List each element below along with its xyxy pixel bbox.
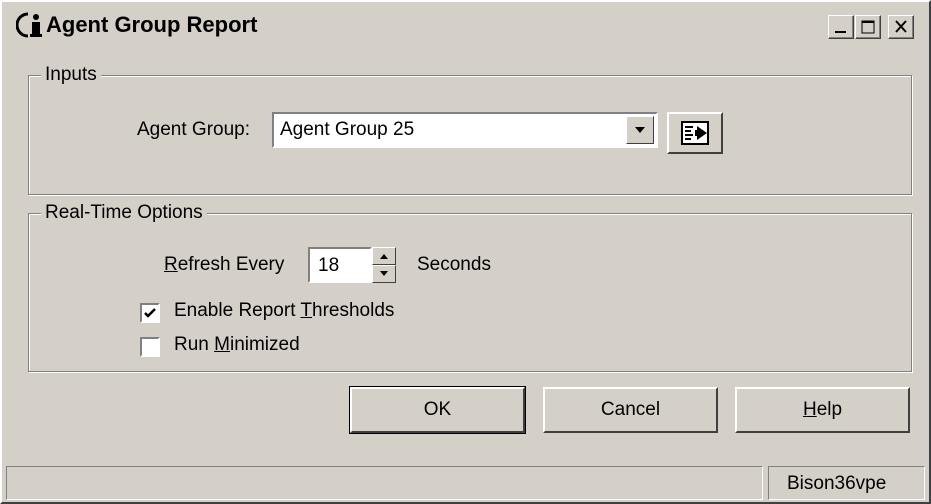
thresholds-label-pre: Enable Report [174,300,301,321]
arrow-up-icon [380,254,388,259]
maximize-button[interactable] [855,15,881,39]
help-label-rest: elp [816,399,843,420]
refresh-interval-spinner[interactable] [372,247,396,283]
minimized-label-post: inimized [229,334,300,355]
enable-thresholds-checkbox[interactable] [140,303,160,323]
status-bar: Bison36vpe [2,462,929,502]
thresholds-label-post: hresholds [312,300,395,321]
ok-button[interactable]: OK [349,386,526,434]
status-panel-user: Bison36vpe [768,466,925,500]
agent-group-value: Agent Group 25 [280,119,415,140]
window-title: Agent Group Report [46,12,258,37]
spin-up-button[interactable] [372,247,396,265]
title-bar[interactable]: Agent Group Report [2,2,929,46]
refresh-label-rest: efresh Every [177,254,285,275]
spin-down-button[interactable] [372,265,396,283]
minimize-icon [835,31,846,33]
arrow-down-icon [380,271,388,276]
refresh-interval-value: 18 [318,255,340,276]
run-minimized-label[interactable]: Run Minimized [174,334,300,356]
run-minimized-checkbox[interactable] [140,337,160,357]
status-user-text: Bison36vpe [787,473,887,494]
close-icon [895,20,907,33]
close-button[interactable] [888,15,914,39]
help-mnemonic: H [802,399,817,420]
minimized-mnemonic: M [214,334,230,355]
seconds-label: Seconds [417,254,491,275]
combobox-dropdown-button[interactable] [626,116,654,144]
realtime-legend: Real-Time Options [41,202,207,224]
checkmark-icon [144,308,156,318]
chevron-down-icon [635,127,645,133]
dialog-window: Agent Group Report Inputs Agent Group: A… [0,0,931,504]
agent-group-combobox[interactable]: Agent Group 25 [272,112,658,148]
agent-group-label: Agent Group: [137,119,251,140]
browse-arrow-icon [681,121,709,145]
browse-agent-group-button[interactable] [667,112,723,154]
refresh-interval-input[interactable]: 18 [308,247,372,283]
enable-thresholds-label[interactable]: Enable Report Thresholds [174,300,394,322]
thresholds-mnemonic: T [300,300,313,321]
realtime-options-group: Real-Time Options [28,202,912,372]
help-button[interactable]: Help [735,387,910,433]
maximize-icon [861,20,875,34]
status-panel-main [6,466,763,500]
refresh-every-label: Refresh Every [164,254,284,276]
minimize-button[interactable] [828,15,854,39]
cancel-button[interactable]: Cancel [543,387,718,433]
info-person-icon [15,10,48,40]
inputs-legend: Inputs [41,64,101,86]
minimized-label-pre: Run [174,334,215,355]
refresh-mnemonic: R [164,254,178,275]
